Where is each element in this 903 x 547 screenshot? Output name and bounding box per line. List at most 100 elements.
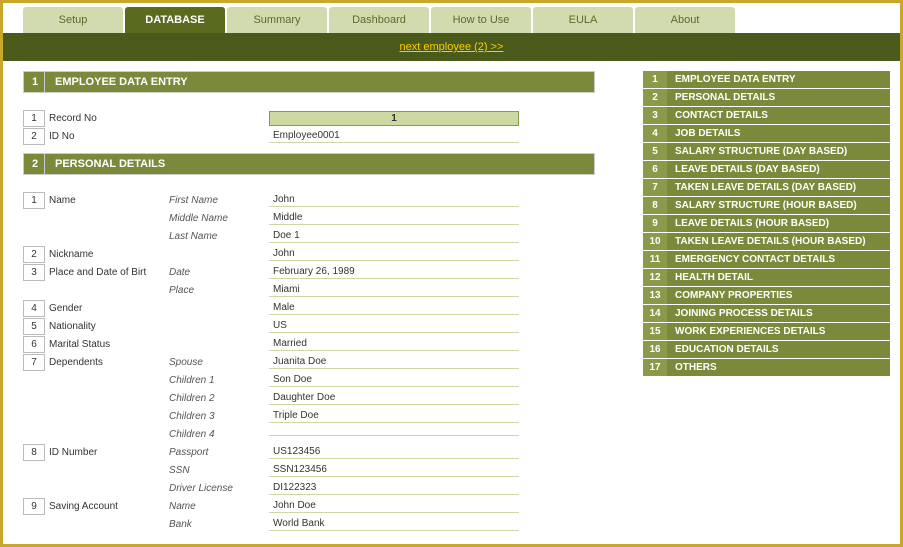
- row-num: 3: [23, 264, 45, 281]
- nav-num: 17: [643, 359, 667, 376]
- field-label-saving: Saving Account: [49, 501, 169, 512]
- row-num: 2: [23, 246, 45, 263]
- nav-taken-leave-day[interactable]: TAKEN LEAVE DETAILS (DAY BASED): [667, 179, 890, 196]
- nav-num: 15: [643, 323, 667, 340]
- nav-num: 4: [643, 125, 667, 142]
- section-num: 2: [23, 153, 45, 175]
- nav-num: 16: [643, 341, 667, 358]
- row-num: 8: [23, 444, 45, 461]
- nav-leave-hour[interactable]: LEAVE DETAILS (HOUR BASED): [667, 215, 890, 232]
- nav-num: 10: [643, 233, 667, 250]
- nav-sidebar: 1EMPLOYEE DATA ENTRY 2PERSONAL DETAILS 3…: [643, 71, 890, 522]
- row-num: 9: [23, 498, 45, 515]
- tab-database[interactable]: DATABASE: [125, 7, 225, 33]
- nav-num: 14: [643, 305, 667, 322]
- nav-num: 9: [643, 215, 667, 232]
- row-num: 1: [23, 192, 45, 209]
- field-value-c2[interactable]: Daughter Doe: [269, 391, 519, 405]
- nav-num: 13: [643, 287, 667, 304]
- nav-num: 7: [643, 179, 667, 196]
- row-num: 5: [23, 318, 45, 335]
- nav-num: 12: [643, 269, 667, 286]
- field-value-last-name[interactable]: Doe 1: [269, 229, 519, 243]
- field-value-passport[interactable]: US123456: [269, 445, 519, 459]
- nav-taken-leave-hour[interactable]: TAKEN LEAVE DETAILS (HOUR BASED): [667, 233, 890, 250]
- nav-work-exp[interactable]: WORK EXPERIENCES DETAILS: [667, 323, 890, 340]
- tab-bar: Setup DATABASE Summary Dashboard How to …: [3, 3, 900, 33]
- field-value-place[interactable]: Miami: [269, 283, 519, 297]
- section-header-1: 1 EMPLOYEE DATA ENTRY: [23, 71, 623, 93]
- sub-last-name: Last Name: [169, 231, 269, 242]
- row-num: 7: [23, 354, 45, 371]
- sub-c4: Children 4: [169, 429, 269, 440]
- next-employee-link[interactable]: next employee (2) >>: [400, 41, 504, 53]
- row-num: 2: [23, 128, 45, 145]
- nav-leave-day[interactable]: LEAVE DETAILS (DAY BASED): [667, 161, 890, 178]
- sub-spouse: Spouse: [169, 357, 269, 368]
- nav-health[interactable]: HEALTH DETAIL: [667, 269, 890, 286]
- field-value-date[interactable]: February 26, 1989: [269, 265, 519, 279]
- field-value-bank[interactable]: World Bank: [269, 517, 519, 531]
- row-num: 1: [23, 110, 45, 127]
- nav-company-prop[interactable]: COMPANY PROPERTIES: [667, 287, 890, 304]
- nav-personal-details[interactable]: PERSONAL DETAILS: [667, 89, 890, 106]
- sub-c3: Children 3: [169, 411, 269, 422]
- field-value-c1[interactable]: Son Doe: [269, 373, 519, 387]
- field-label-marital: Marital Status: [49, 339, 169, 350]
- field-label-nationality: Nationality: [49, 321, 169, 332]
- sub-ssn: SSN: [169, 465, 269, 476]
- field-value-nickname[interactable]: John: [269, 247, 519, 261]
- nav-education[interactable]: EDUCATION DETAILS: [667, 341, 890, 358]
- field-value-c4[interactable]: [269, 433, 519, 436]
- sub-dl: Driver License: [169, 483, 269, 494]
- field-value-marital[interactable]: Married: [269, 337, 519, 351]
- row-num: 4: [23, 300, 45, 317]
- nav-num: 2: [643, 89, 667, 106]
- field-value-dl[interactable]: DI122323: [269, 481, 519, 495]
- field-label-gender: Gender: [49, 303, 169, 314]
- field-label-record-no: Record No: [49, 113, 169, 124]
- nav-others[interactable]: OTHERS: [667, 359, 890, 376]
- sub-date: Date: [169, 267, 269, 278]
- field-label-nickname: Nickname: [49, 249, 169, 260]
- nav-employee-data-entry[interactable]: EMPLOYEE DATA ENTRY: [667, 71, 890, 88]
- tab-eula[interactable]: EULA: [533, 7, 633, 33]
- nav-num: 3: [643, 107, 667, 124]
- nav-emergency[interactable]: EMERGENCY CONTACT DETAILS: [667, 251, 890, 268]
- section-title: EMPLOYEE DATA ENTRY: [45, 71, 595, 93]
- field-value-first-name[interactable]: John: [269, 193, 519, 207]
- nav-num: 8: [643, 197, 667, 214]
- sub-c2: Children 2: [169, 393, 269, 404]
- tab-summary[interactable]: Summary: [227, 7, 327, 33]
- field-value-spouse[interactable]: Juanita Doe: [269, 355, 519, 369]
- tab-setup[interactable]: Setup: [23, 7, 123, 33]
- field-value-gender[interactable]: Male: [269, 301, 519, 315]
- nav-joining[interactable]: JOINING PROCESS DETAILS: [667, 305, 890, 322]
- field-value-ssn[interactable]: SSN123456: [269, 463, 519, 477]
- field-value-nationality[interactable]: US: [269, 319, 519, 333]
- main-form: 1 EMPLOYEE DATA ENTRY 1 Record No 1 2 ID…: [23, 71, 623, 522]
- field-value-middle-name[interactable]: Middle: [269, 211, 519, 225]
- field-value-sav-name[interactable]: John Doe: [269, 499, 519, 513]
- field-value-c3[interactable]: Triple Doe: [269, 409, 519, 423]
- field-label-pdb: Place and Date of Birt: [49, 267, 169, 278]
- nav-contact-details[interactable]: CONTACT DETAILS: [667, 107, 890, 124]
- section-header-2: 2 PERSONAL DETAILS: [23, 153, 623, 175]
- nav-job-details[interactable]: JOB DETAILS: [667, 125, 890, 142]
- field-value-id-no[interactable]: Employee0001: [269, 129, 519, 143]
- section-title: PERSONAL DETAILS: [45, 153, 595, 175]
- sub-place: Place: [169, 285, 269, 296]
- tab-dashboard[interactable]: Dashboard: [329, 7, 429, 33]
- nav-salary-day[interactable]: SALARY STRUCTURE (DAY BASED): [667, 143, 890, 160]
- field-label-idnum: ID Number: [49, 447, 169, 458]
- sub-first-name: First Name: [169, 195, 269, 206]
- field-label-name: Name: [49, 195, 169, 206]
- tab-about[interactable]: About: [635, 7, 735, 33]
- header-bar: next employee (2) >>: [3, 33, 900, 61]
- field-value-record-no[interactable]: 1: [269, 111, 519, 126]
- field-label-id-no: ID No: [49, 131, 169, 142]
- field-label-dep: Dependents: [49, 357, 169, 368]
- sub-sav-name: Name: [169, 501, 269, 512]
- nav-salary-hour[interactable]: SALARY STRUCTURE (HOUR BASED): [667, 197, 890, 214]
- tab-howto[interactable]: How to Use: [431, 7, 531, 33]
